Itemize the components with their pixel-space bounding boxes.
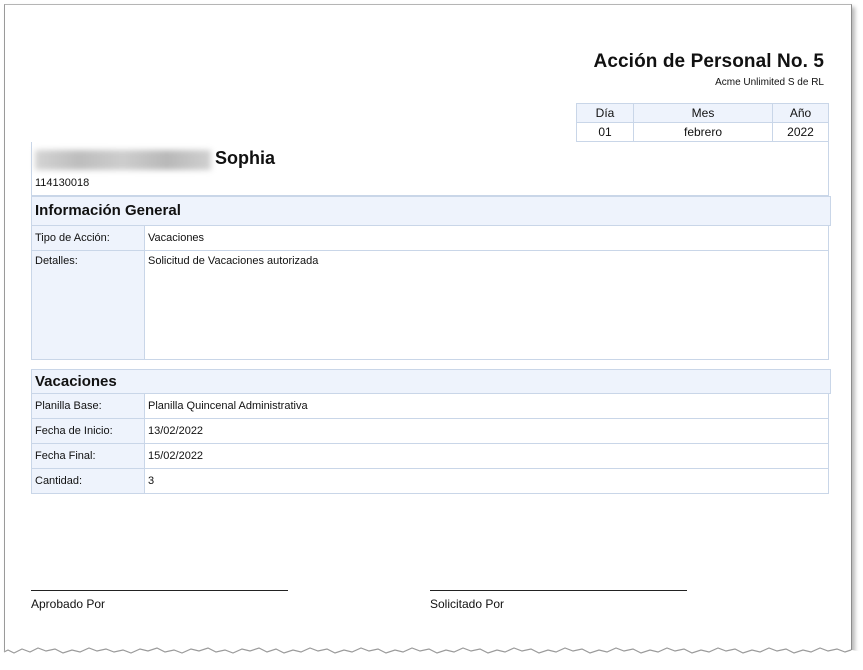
field-value: Solicitud de Vacaciones autorizada [144,250,829,360]
section-vacation-header: Vacaciones [31,369,831,394]
field-label: Cantidad: [31,468,145,494]
vacation-table: Planilla Base: Planilla Quincenal Admini… [31,393,829,494]
table-row: Cantidad: 3 [31,468,829,494]
person-first-name: Sophia [215,148,276,168]
field-label: Fecha de Inicio: [31,418,145,444]
table-row: Planilla Base: Planilla Quincenal Admini… [31,393,829,419]
table-row: Detalles: Solicitud de Vacaciones autori… [31,250,829,360]
field-label: Tipo de Acción: [31,225,145,251]
date-header-year: Año [772,103,829,123]
requested-by-label: Solicitado Por [430,597,505,611]
table-row: Fecha de Inicio: 13/02/2022 [31,418,829,444]
date-day: 01 [576,122,634,142]
date-header-month: Mes [633,103,773,123]
date-table: Día Mes Año 01 febrero 2022 [576,103,829,142]
section-general-header: Información General [31,196,831,226]
approved-signature-line [31,590,288,591]
date-header-day: Día [576,103,634,123]
date-month: febrero [633,122,773,142]
date-header-row: Día Mes Año [576,103,829,123]
table-row: Fecha Final: 15/02/2022 [31,443,829,469]
date-value-row: 01 febrero 2022 [576,122,829,142]
document-title: Acción de Personal No. 5 [593,51,824,72]
field-value: 13/02/2022 [144,418,829,444]
torn-paper-edge [0,647,863,670]
approved-by-label: Aprobado Por [31,597,106,611]
field-label: Fecha Final: [31,443,145,469]
field-value: Vacaciones [144,225,829,251]
field-label: Detalles: [31,250,145,360]
person-id: 114130018 [35,177,90,189]
field-label: Planilla Base: [31,393,145,419]
field-value: 3 [144,468,829,494]
date-year: 2022 [772,122,829,142]
person-box: Sophia 114130018 [31,142,829,196]
field-value: Planilla Quincenal Administrativa [144,393,829,419]
company-name: Acme Unlimited S de RL [715,77,824,88]
general-table: Tipo de Acción: Vacaciones Detalles: Sol… [31,225,829,360]
table-row: Tipo de Acción: Vacaciones [31,225,829,251]
requested-signature-line [430,590,687,591]
redacted-last-name [35,150,211,170]
field-value: 15/02/2022 [144,443,829,469]
document-page: Acción de Personal No. 5 Acme Unlimited … [4,4,852,657]
